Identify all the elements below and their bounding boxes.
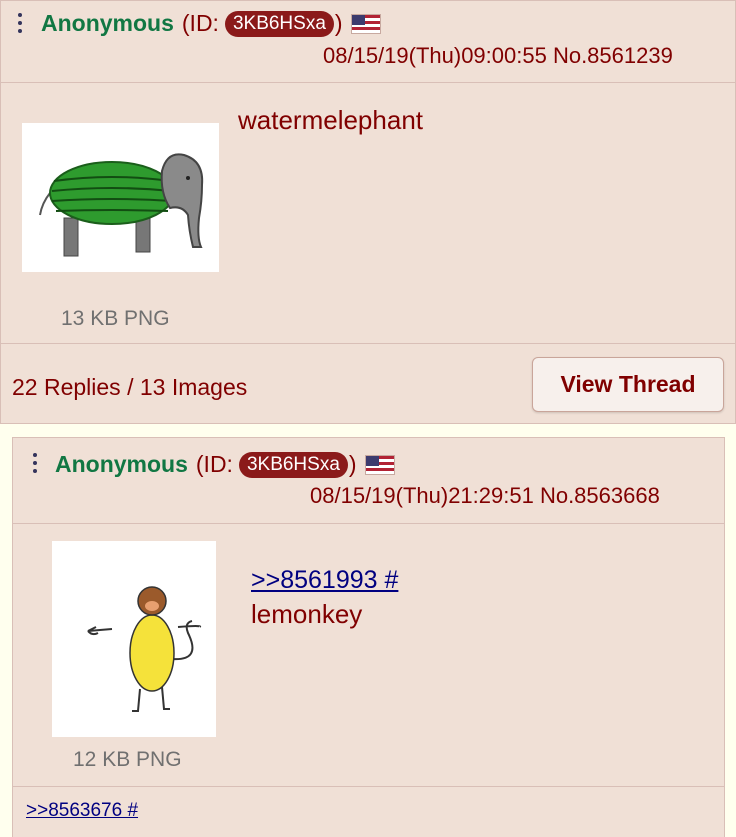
post-dateline: 08/15/19(Thu)09:00:55 No.8561239 xyxy=(323,43,673,68)
poster-id-prefix: (ID: xyxy=(181,10,219,36)
watermelon-elephant-drawing xyxy=(39,153,204,257)
post-dateline: 08/15/19(Thu)21:29:51 No.8563668 xyxy=(310,483,660,508)
poster-info: Anonymous (ID: 3KB6HSxa ) xyxy=(55,451,395,478)
thread-op-post: Anonymous (ID: 3KB6HSxa ) 08/15/19(Thu)0… xyxy=(0,0,736,424)
poster-info: Anonymous (ID: 3KB6HSxa ) xyxy=(41,10,381,37)
post-menu-icon[interactable] xyxy=(33,453,37,473)
quote-link[interactable]: >>8561993 # xyxy=(251,566,398,595)
post-image-thumbnail[interactable] xyxy=(52,541,216,737)
view-thread-button[interactable]: View Thread xyxy=(532,357,724,412)
post-header: Anonymous (ID: 3KB6HSxa ) 08/15/19(Thu)0… xyxy=(1,1,735,83)
poster-id-suffix: ) xyxy=(334,10,343,36)
post-image-thumbnail[interactable] xyxy=(22,123,219,272)
poster-id-prefix: (ID: xyxy=(195,451,233,477)
post-comment: watermelephant xyxy=(238,105,423,135)
backlink[interactable]: >>8563676 # xyxy=(26,800,138,822)
post-comment-block: >>8561993 # lemonkey xyxy=(251,566,398,630)
poster-name: Anonymous xyxy=(55,451,188,477)
us-flag-icon xyxy=(364,454,395,475)
lemon-monkey-drawing xyxy=(87,586,202,712)
reply-post: Anonymous (ID: 3KB6HSxa ) 08/15/19(Thu)2… xyxy=(12,437,725,837)
file-info: 12 KB PNG xyxy=(73,748,182,771)
poster-name: Anonymous xyxy=(41,10,174,36)
post-divider xyxy=(13,786,724,787)
poster-id[interactable]: 3KB6HSxa xyxy=(238,451,348,478)
post-header: Anonymous (ID: 3KB6HSxa ) 08/15/19(Thu)2… xyxy=(13,438,724,524)
reply-summary: 22 Replies / 13 Images xyxy=(12,374,248,400)
post-menu-icon[interactable] xyxy=(18,13,22,33)
file-info: 13 KB PNG xyxy=(61,307,170,330)
poster-id[interactable]: 3KB6HSxa xyxy=(224,10,334,37)
post-comment: lemonkey xyxy=(251,599,363,629)
thread-footer: 22 Replies / 13 Images View Thread xyxy=(1,343,735,425)
us-flag-icon xyxy=(350,13,381,34)
poster-id-suffix: ) xyxy=(348,451,357,477)
